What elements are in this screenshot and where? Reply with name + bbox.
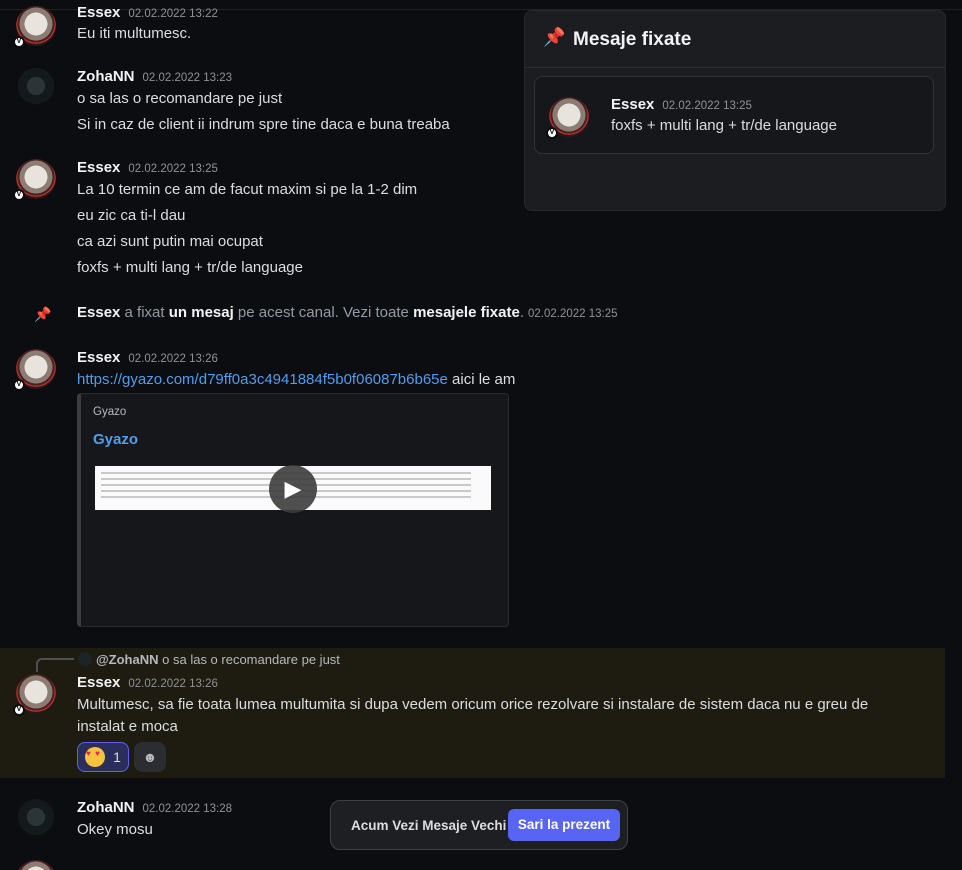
message-timestamp: 02.02.2022 13:26 bbox=[128, 678, 218, 690]
add-reaction-icon: ☻ bbox=[142, 749, 158, 765]
pinned-messages-panel: 📌 Mesaje fixate V Essex 02.02.2022 13:25 … bbox=[524, 10, 946, 211]
system-author[interactable]: Essex bbox=[77, 304, 120, 321]
avatar[interactable] bbox=[16, 799, 56, 839]
avatar[interactable]: V bbox=[13, 674, 56, 716]
pinned-message-link[interactable]: un mesaj bbox=[169, 304, 234, 321]
message-text: foxfs + multi lang + tr/de language bbox=[611, 117, 837, 134]
embed-provider[interactable]: Gyazo bbox=[93, 406, 126, 418]
message-author[interactable]: ZohaNN 02.02.2022 13:23 bbox=[77, 68, 232, 85]
message-text: La 10 termin ce am de facut maxim si pe … bbox=[77, 181, 418, 198]
jump-to-present-button[interactable]: Sari la prezent bbox=[508, 809, 620, 841]
message-timestamp: 02.02.2022 13:25 bbox=[128, 163, 218, 175]
message-timestamp: 02.02.2022 13:25 bbox=[662, 100, 752, 112]
pinned-header: 📌 Mesaje fixate bbox=[525, 11, 945, 68]
message-timestamp: 02.02.2022 13:23 bbox=[142, 72, 233, 84]
message-text: eu zic ca ti-l dau bbox=[77, 207, 186, 224]
embed-title[interactable]: Gyazo bbox=[93, 431, 138, 448]
pin-icon: 📌 bbox=[543, 27, 566, 47]
message-text: Multumesc, sa fie toata lumea multumita … bbox=[77, 696, 869, 713]
reaction-heart-eyes[interactable]: 1 bbox=[77, 742, 129, 772]
message-text: Okey mosu bbox=[77, 821, 153, 838]
link-embed: Gyazo Gyazo ▶ bbox=[77, 393, 509, 627]
reply-connector bbox=[36, 658, 74, 672]
message-timestamp: 02.02.2022 13:26 bbox=[128, 353, 218, 365]
jump-bar: Acum Vezi Mesaje Vechi Sari la prezent bbox=[330, 800, 628, 850]
message-author[interactable]: Essex 02.02.2022 13:22 bbox=[77, 4, 218, 21]
pinned-title: Mesaje fixate bbox=[573, 29, 692, 50]
avatar[interactable]: V bbox=[13, 159, 56, 201]
avatar[interactable] bbox=[16, 860, 56, 870]
older-messages-notice: Acum Vezi Mesaje Vechi bbox=[351, 818, 507, 833]
message-text: https://gyazo.com/d79ff0a3c4941884f5b0f0… bbox=[77, 371, 516, 388]
message-author[interactable]: Essex 02.02.2022 13:26 bbox=[77, 674, 218, 691]
message-text: foxfs + multi lang + tr/de language bbox=[77, 259, 303, 276]
avatar[interactable] bbox=[16, 68, 56, 108]
pinned-message-card[interactable]: V Essex 02.02.2022 13:25 foxfs + multi la… bbox=[534, 76, 934, 154]
message-author[interactable]: Essex 02.02.2022 13:25 bbox=[611, 96, 752, 113]
message-timestamp: 02.02.2022 13:25 bbox=[527, 308, 618, 320]
reaction-count: 1 bbox=[113, 749, 121, 765]
system-message: Essex a fixat un mesaj pe acest canal. V… bbox=[77, 304, 618, 321]
avatar[interactable]: V bbox=[546, 97, 589, 139]
pin-icon: 📌 bbox=[34, 306, 52, 322]
gyazo-link[interactable]: https://gyazo.com/d79ff0a3c4941884f5b0f0… bbox=[77, 371, 448, 388]
add-reaction-button[interactable]: ☻ bbox=[134, 742, 166, 772]
message-text: ca azi sunt putin mai ocupat bbox=[77, 233, 263, 250]
message-author[interactable]: Essex 02.02.2022 13:25 bbox=[77, 159, 218, 176]
message-timestamp: 02.02.2022 13:28 bbox=[142, 803, 233, 815]
message-text: o sa las o recomandare pe just bbox=[77, 90, 283, 107]
play-icon[interactable]: ▶ bbox=[269, 465, 317, 513]
heart-eyes-emoji bbox=[85, 747, 106, 767]
reply-preview[interactable]: @ZohaNN o sa las o recomandare pe just bbox=[76, 652, 340, 667]
message-author[interactable]: Essex 02.02.2022 13:26 bbox=[77, 349, 218, 366]
message-author[interactable]: ZohaNN 02.02.2022 13:28 bbox=[77, 799, 232, 816]
pinned-messages-link[interactable]: mesajele fixate bbox=[413, 304, 520, 321]
message-timestamp: 02.02.2022 13:22 bbox=[128, 8, 218, 20]
message-text: instalat e moca bbox=[77, 718, 178, 735]
avatar[interactable]: V bbox=[13, 6, 56, 48]
avatar[interactable]: V bbox=[13, 349, 56, 391]
message-text: Eu iti multumesc. bbox=[77, 25, 192, 42]
message-text: Si in caz de client ii indrum spre tine … bbox=[77, 116, 450, 133]
